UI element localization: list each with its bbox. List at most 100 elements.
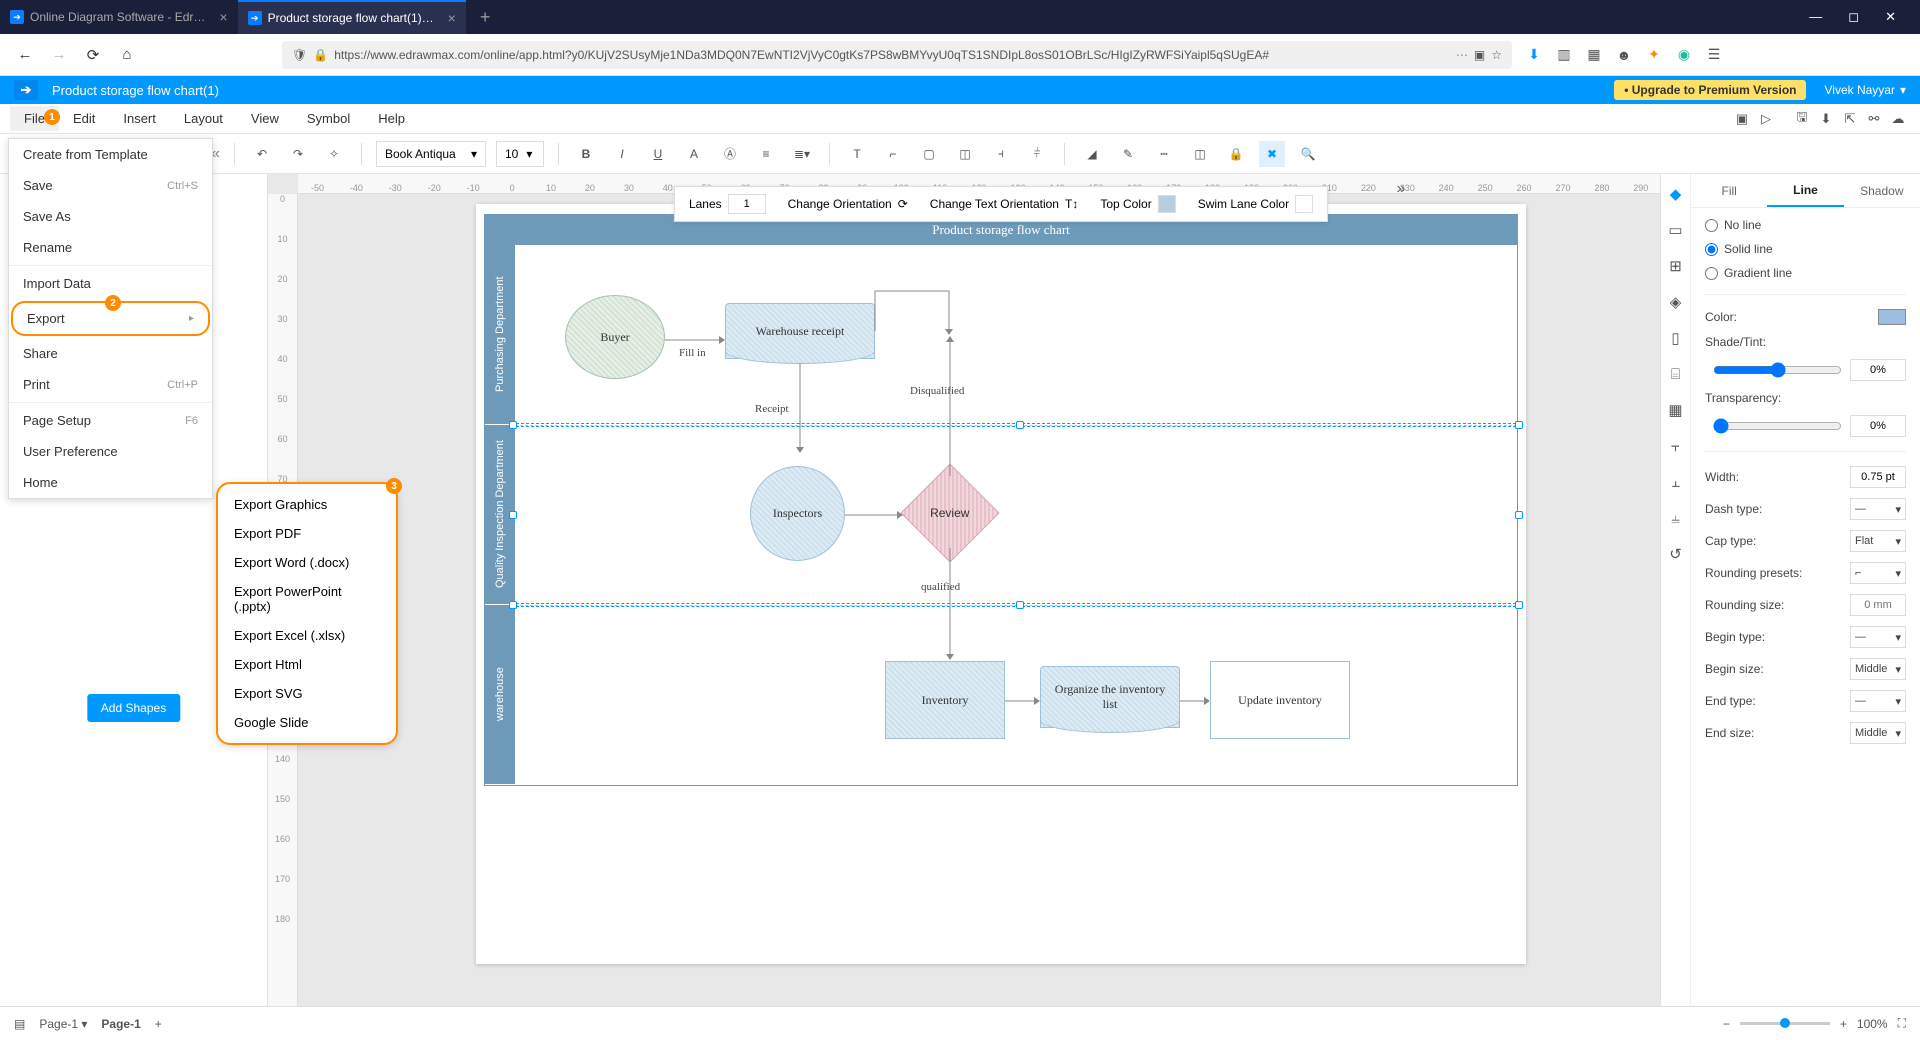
ext2-icon[interactable]: ✦ [1644, 45, 1664, 65]
change-text-orientation-button[interactable]: Change Text OrientationT↕ [930, 197, 1079, 211]
cap-combo[interactable]: Flat▾ [1850, 530, 1906, 552]
font-color-button[interactable]: A [681, 141, 707, 167]
align-button[interactable]: ≡ [753, 141, 779, 167]
begin-size-combo[interactable]: Middle▾ [1850, 658, 1906, 680]
app-logo-icon[interactable]: ➔ [14, 80, 38, 100]
download-icon[interactable]: ⬇ [1524, 45, 1544, 65]
container2-icon[interactable]: ◫ [952, 141, 978, 167]
arrange-panel-icon[interactable]: ⫟ [1666, 436, 1686, 456]
menu-user-preference[interactable]: User Preference [9, 436, 212, 467]
canvas-area[interactable]: » -50-40-30-20-1001020304050607080901001… [268, 174, 1660, 1006]
tab-shadow[interactable]: Shadow [1844, 174, 1920, 207]
save-icon[interactable]: 🖫 [1790, 107, 1814, 131]
rounding-preset-combo[interactable]: ⌐▾ [1850, 562, 1906, 584]
align-shapes-icon[interactable]: ⫞ [988, 141, 1014, 167]
browser-tab-active[interactable]: ➔ Product storage flow chart(1)… × [238, 0, 466, 34]
line-style-icon[interactable]: ┉ [1151, 141, 1177, 167]
tab-fill[interactable]: Fill [1691, 174, 1767, 207]
eraser-icon[interactable]: ◫ [1187, 141, 1213, 167]
end-type-combo[interactable]: —▾ [1850, 690, 1906, 712]
shade-slider[interactable] [1713, 362, 1842, 378]
export-svg[interactable]: Export SVG [218, 679, 396, 708]
tools-icon[interactable]: ✖ [1259, 141, 1285, 167]
align-panel-icon[interactable]: ⫠ [1666, 472, 1686, 492]
shape-buyer[interactable]: Buyer [565, 295, 665, 379]
fullscreen-icon[interactable]: ⛶ [1898, 1016, 1906, 1031]
collapse-right-icon[interactable]: » [1390, 178, 1412, 200]
text-tool-icon[interactable]: T [844, 141, 870, 167]
page-panel-icon[interactable]: ▭ [1666, 220, 1686, 240]
swimlane-container[interactable]: Product storage flow chart Purchasing De… [484, 214, 1518, 786]
redo-button[interactable]: ↷ [285, 141, 311, 167]
lanes-input[interactable] [728, 194, 766, 214]
begin-type-combo[interactable]: —▾ [1850, 626, 1906, 648]
menu-edit[interactable]: Edit [59, 106, 109, 131]
export-powerpoint[interactable]: Export PowerPoint (.pptx) [218, 577, 396, 621]
ext3-icon[interactable]: ◉ [1674, 45, 1694, 65]
upgrade-button[interactable]: • Upgrade to Premium Version [1614, 80, 1806, 100]
templates-panel-icon[interactable]: ▯ [1666, 328, 1686, 348]
menu-rename[interactable]: Rename [9, 232, 212, 263]
zoom-in-button[interactable]: + [1840, 1017, 1847, 1031]
menu-help[interactable]: Help [364, 106, 419, 131]
maximize-icon[interactable]: ◻ [1848, 9, 1859, 25]
menu-save-as[interactable]: Save As [9, 201, 212, 232]
swimlane-color-button[interactable]: Swim Lane Color [1198, 195, 1313, 213]
outline-icon[interactable]: ▤ [14, 1017, 25, 1031]
play-icon[interactable]: ▷ [1754, 107, 1778, 131]
grid-panel-icon[interactable]: ⊞ [1666, 256, 1686, 276]
shape-review[interactable]: Review [901, 464, 1000, 563]
underline-button[interactable]: U [645, 141, 671, 167]
user-menu[interactable]: Vivek Nayyar ▾ [1824, 83, 1906, 97]
menu-layout[interactable]: Layout [170, 106, 237, 131]
fill-color-icon[interactable]: ◢ [1079, 141, 1105, 167]
forward-button[interactable]: → [48, 44, 70, 66]
export-html[interactable]: Export Html [218, 650, 396, 679]
search-icon[interactable]: 🔍 [1295, 141, 1321, 167]
close-icon[interactable]: × [219, 9, 227, 25]
menu-create-template[interactable]: Create from Template [9, 139, 212, 170]
history-panel-icon[interactable]: ↺ [1666, 544, 1686, 564]
export-icon[interactable]: ⇱ [1838, 107, 1862, 131]
distribute-panel-icon[interactable]: ⫨ [1666, 508, 1686, 528]
rounding-size-value[interactable] [1850, 594, 1906, 616]
canvas-page[interactable]: Lanes Change Orientation⟳ Change Text Or… [476, 204, 1526, 964]
font-size-select[interactable]: 10 ▾ [496, 141, 544, 167]
back-button[interactable]: ← [14, 44, 36, 66]
bold-button[interactable]: B [573, 141, 599, 167]
export-pdf[interactable]: Export PDF [218, 519, 396, 548]
shade-value[interactable] [1850, 359, 1906, 381]
dash-combo[interactable]: —▾ [1850, 498, 1906, 520]
menu-symbol[interactable]: Symbol [293, 106, 364, 131]
radio-gradient-line[interactable]: Gradient line [1705, 266, 1906, 280]
account-icon[interactable]: ☻ [1614, 45, 1634, 65]
screenshot-icon[interactable]: ▣ [1730, 107, 1754, 131]
font-family-select[interactable]: Book Antiqua ▾ [376, 141, 486, 167]
add-shapes-button[interactable]: Add Shapes [87, 694, 180, 722]
close-window-icon[interactable]: ✕ [1885, 9, 1896, 25]
shape-warehouse-receipt[interactable]: Warehouse receipt [725, 303, 875, 359]
export-google-slide[interactable]: Google Slide [218, 708, 396, 737]
shape-organize-list[interactable]: Organize the inventory list [1040, 666, 1180, 728]
menu-file[interactable]: File 1 [10, 106, 59, 131]
reload-button[interactable]: ⟳ [82, 44, 104, 66]
fill-panel-icon[interactable]: ◆ [1666, 184, 1686, 204]
menu-save[interactable]: SaveCtrl+S [9, 170, 212, 201]
text-highlight-button[interactable]: Ⓐ [717, 141, 743, 167]
change-orientation-button[interactable]: Change Orientation⟳ [788, 197, 908, 211]
radio-no-line[interactable]: No line [1705, 218, 1906, 232]
menu-page-setup[interactable]: Page SetupF6 [9, 405, 212, 436]
new-tab-button[interactable]: + [466, 7, 505, 28]
cloud-icon[interactable]: ☁ [1886, 107, 1910, 131]
library-icon[interactable]: ▥ [1554, 45, 1574, 65]
data-panel-icon[interactable]: ⌸ [1666, 364, 1686, 384]
transparency-slider[interactable] [1713, 418, 1842, 434]
lock-icon[interactable]: 🔒 [1223, 141, 1249, 167]
menu-export[interactable]: Export ▸ 2 [11, 301, 210, 336]
add-page-button[interactable]: + [155, 1017, 162, 1031]
doc-title[interactable]: Product storage flow chart(1) [52, 83, 219, 98]
distribute-icon[interactable]: ⫩ [1024, 141, 1050, 167]
bookmark-icon[interactable]: ☆ [1491, 48, 1502, 62]
export-excel[interactable]: Export Excel (.xlsx) [218, 621, 396, 650]
italic-button[interactable]: I [609, 141, 635, 167]
